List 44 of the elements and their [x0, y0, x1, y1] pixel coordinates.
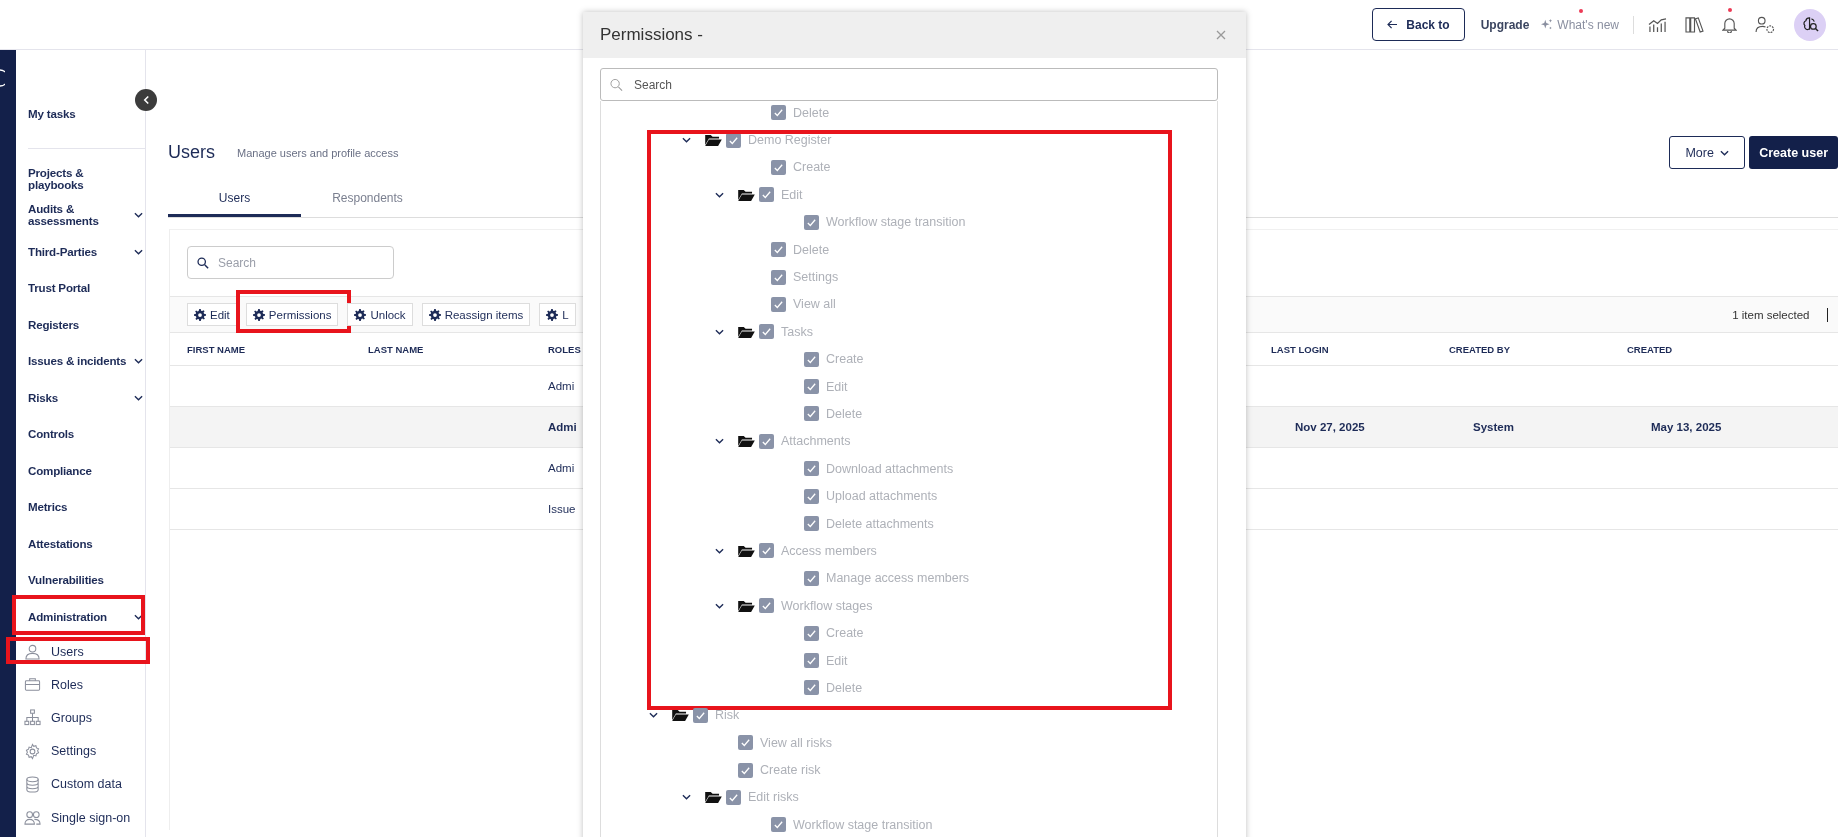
permission-label: Delete — [793, 105, 830, 120]
permission-label: Delete — [793, 242, 830, 257]
permission-label: Upload attachments — [826, 489, 938, 504]
permission-label: Attachments — [781, 434, 851, 449]
dialog-title: Permissions - — [600, 25, 703, 45]
permission-label: Create — [826, 352, 864, 367]
column-header: ROLES — [548, 343, 581, 355]
permission-label: Workflow stage transition — [793, 817, 933, 832]
permission-label: Manage access members — [826, 571, 970, 586]
permission-label: Edit risks — [748, 790, 799, 805]
permission-label: Tasks — [781, 324, 813, 339]
permission-label: Delete — [826, 680, 863, 695]
table-cell: May 13, 2025 — [1651, 421, 1722, 433]
column-header: LAST NAME — [368, 343, 424, 355]
permission-label: Risk — [715, 708, 740, 723]
table-cell: Admi — [548, 462, 575, 474]
permission-label: Workflow stages — [781, 598, 873, 613]
table-cell: Admi — [548, 421, 577, 433]
permission-label: View all risks — [760, 735, 832, 750]
page-title: Users — [168, 142, 215, 163]
permission-label: Delete — [826, 407, 863, 421]
permission-label: Create risk — [760, 763, 821, 778]
permission-label: Create — [826, 626, 864, 641]
column-header: LAST LOGIN — [1271, 343, 1329, 355]
column-header: FIRST NAME — [187, 343, 246, 355]
permission-label: Settings — [793, 270, 839, 285]
permission-label: Delete attachments — [826, 516, 934, 531]
permission-label: Access members — [781, 543, 877, 558]
table-cell: System — [1473, 421, 1514, 433]
table-cell: Admi — [548, 380, 575, 392]
selection-count: 1 item selected — [1732, 308, 1810, 321]
column-header: CREATED — [1627, 343, 1673, 355]
page-subtitle: Manage users and profile access — [237, 146, 400, 159]
permission-label: Demo Register — [748, 133, 832, 148]
permission-label: Edit — [826, 379, 848, 394]
column-header: CREATED BY — [1449, 343, 1511, 355]
table-cell: Issue — [548, 503, 576, 515]
permission-label: Edit — [826, 653, 848, 668]
permission-label: Create — [793, 160, 831, 175]
permission-label: View all — [793, 297, 836, 312]
permission-label: Workflow stage transition — [826, 215, 966, 230]
table-cell: Nov 27, 2025 — [1295, 421, 1365, 433]
permission-label: Edit — [781, 187, 803, 202]
permission-label: Download attachments — [826, 461, 954, 476]
